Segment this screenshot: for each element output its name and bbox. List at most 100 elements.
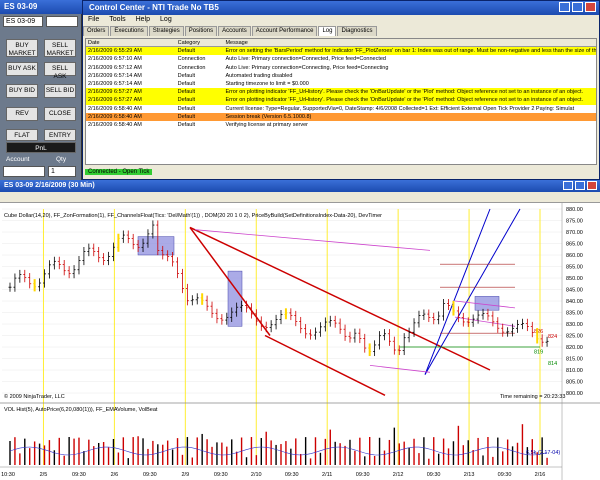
sell-ask-button[interactable]: SELL ASK <box>44 62 76 80</box>
log-message: Error on plotting indicator 'FF_UrHistor… <box>225 97 584 104</box>
log-date: 2/16/2009 6:57:14 AM <box>88 72 142 79</box>
log-message: Current license: Type=Regular, Supported… <box>225 105 575 112</box>
log-row[interactable]: 2/16/2009 6:58:40 AM Default Verifying lic… <box>86 120 596 130</box>
tab-strategies[interactable]: Strategies <box>148 26 184 36</box>
order-entry-panel: ES 03-09 ES 03-09 BUY MARKET SELL MARKET… <box>0 0 82 180</box>
maximize-window-icon[interactable] <box>572 2 583 12</box>
log-message: Auto Live: Primary connection=Connected,… <box>225 56 386 63</box>
time-tick-label: 2/10 <box>251 472 262 478</box>
log-row[interactable]: 2/16/2009 6:57:10 AM Connection Auto Live:… <box>86 55 596 64</box>
buy-ask-button[interactable]: BUY ASK <box>6 62 38 76</box>
price-marker-label: 819 <box>534 349 543 355</box>
log-message: Session break (Version 6.5.1000.8) <box>225 113 312 120</box>
time-tick-label: 2/16 <box>535 472 546 478</box>
price-tick-label: 845.00 <box>566 288 583 294</box>
price-marker-label: 814 <box>548 361 557 367</box>
log-date: 2/16/2009 6:58:40 AM <box>88 105 142 112</box>
log-message: Starting timezone to limit = $0.000 <box>225 80 309 87</box>
qty-input[interactable]: 1 <box>48 166 76 177</box>
menu-tools[interactable]: Tools <box>104 15 130 24</box>
chart-close-icon[interactable] <box>587 181 597 190</box>
log-category: Default <box>177 105 196 112</box>
connection-status: Connected - Open Tick <box>85 169 153 175</box>
account-select[interactable] <box>3 166 45 177</box>
log-date: 2/16/2009 6:57:12 AM <box>88 64 142 71</box>
chart-background <box>0 203 600 480</box>
instrument-value: ES 03-09 <box>6 18 36 25</box>
tab-diagnostics[interactable]: Diagnostics <box>337 26 377 36</box>
tab-executions[interactable]: Executions <box>110 26 148 36</box>
atm-select[interactable] <box>46 16 78 27</box>
control-center-statusbar: Connected - Open Tick <box>83 167 599 179</box>
sell-market-button[interactable]: SELL MARKET <box>44 39 76 57</box>
log-category: Default <box>177 48 196 55</box>
price-tick-label: 820.00 <box>566 345 583 351</box>
reverse-button[interactable]: REV <box>6 107 38 121</box>
log-row[interactable]: 2/16/2009 6:57:14 AM Default Automated tra… <box>86 71 596 80</box>
time-tick-label: 2/6 <box>111 472 119 478</box>
close-position-button[interactable]: CLOSE <box>44 107 76 121</box>
sell-bid-button[interactable]: SELL BID <box>44 84 76 98</box>
copyright-text: © 2009 NinjaTrader, LLC <box>4 393 65 400</box>
tab-accounts[interactable]: Accounts <box>218 26 251 36</box>
tab-log[interactable]: Log <box>318 26 337 36</box>
log-message: Auto Live: Primary connection=Connecting… <box>225 64 389 71</box>
price-tick-label: 835.00 <box>566 311 583 317</box>
log-date: 2/16/2009 6:55:29 AM <box>88 48 142 55</box>
buy-market-button[interactable]: BUY MARKET <box>6 39 38 57</box>
column-header-date[interactable]: Date <box>86 39 178 46</box>
log-row[interactable]: 2/16/2009 6:57:27 AM Default Error on plot… <box>86 96 596 105</box>
minimize-window-icon[interactable] <box>559 2 570 12</box>
time-tick-label: 2/9 <box>182 472 190 478</box>
log-category: Default <box>177 113 196 120</box>
tab-account-performance[interactable]: Account Performance <box>251 26 318 36</box>
zone-box <box>474 296 500 311</box>
price-tick-label: 805.00 <box>566 380 583 386</box>
price-tick-label: 860.00 <box>566 253 583 259</box>
log-date: 2/16/2009 6:57:14 AM <box>88 80 142 87</box>
instrument-select[interactable]: ES 03-09 <box>3 16 43 27</box>
time-tick-label: 2/5 <box>40 472 48 478</box>
time-remaining: Time remaining = 20:23:33 <box>500 394 565 400</box>
log-row[interactable]: 2/16/2009 6:57:12 AM Connection Auto Live:… <box>86 63 596 72</box>
log-category: Default <box>177 97 196 104</box>
log-table: Date Category Message 2/16/2009 6:55:29 … <box>85 38 597 165</box>
volume-max-label: 6.5k (2.17-04) <box>526 450 560 456</box>
chart-maximize-icon[interactable] <box>575 181 585 190</box>
log-row[interactable]: 2/16/2009 6:58:40 AM Default Session break… <box>86 112 596 121</box>
control-center-title: Control Center - NTI Trade No TB5 <box>89 3 219 12</box>
log-category: Connection <box>177 64 206 71</box>
log-row[interactable]: 2/16/2009 6:57:14 AM Default Starting time… <box>86 79 596 89</box>
price-tick-label: 855.00 <box>566 265 583 271</box>
entry-button[interactable]: ENTRY <box>44 129 76 141</box>
buy-bid-button[interactable]: BUY BID <box>6 84 38 98</box>
pnl-display: PnL <box>6 142 76 153</box>
column-header-category[interactable]: Category <box>178 39 226 46</box>
log-header-row: Date Category Message <box>86 39 596 48</box>
column-header-message[interactable]: Message <box>225 39 596 46</box>
chart-toolbar <box>0 192 600 203</box>
control-center-window: Control Center - NTI Trade No TB5 File To… <box>82 0 600 180</box>
log-category: Default <box>177 89 196 96</box>
chart-minimize-icon[interactable] <box>563 181 573 190</box>
log-row[interactable]: 2/16/2009 6:57:27 AM Default Error on plot… <box>86 88 596 97</box>
log-row[interactable]: 2/16/2009 6:58:40 AM Default Current licen… <box>86 104 596 113</box>
time-tick-label: 09:30 <box>143 472 157 478</box>
menu-file[interactable]: File <box>83 15 104 24</box>
tab-orders[interactable]: Orders <box>83 26 110 36</box>
log-category: Connection <box>177 56 206 63</box>
qty-value: 1 <box>51 168 55 175</box>
control-center-titlebar: Control Center - NTI Trade No TB5 <box>83 1 599 15</box>
menu-log[interactable]: Log <box>155 15 177 24</box>
log-date: 2/16/2009 6:57:10 AM <box>88 56 142 63</box>
flat-button[interactable]: FLAT <box>6 129 38 141</box>
log-date: 2/16/2009 6:58:40 AM <box>88 113 142 120</box>
price-chart[interactable]: 826824819814 880.00875.00870.00865.00860… <box>0 203 600 480</box>
price-tick-label: 830.00 <box>566 322 583 328</box>
menu-help[interactable]: Help <box>131 15 155 24</box>
log-date: 2/16/2009 6:57:27 AM <box>88 89 142 96</box>
tab-positions[interactable]: Positions <box>184 26 218 36</box>
log-row[interactable]: 2/16/2009 6:55:29 AM Default Error on sett… <box>86 47 596 56</box>
time-tick-label: 09:30 <box>285 472 299 478</box>
close-window-icon[interactable] <box>585 2 596 12</box>
